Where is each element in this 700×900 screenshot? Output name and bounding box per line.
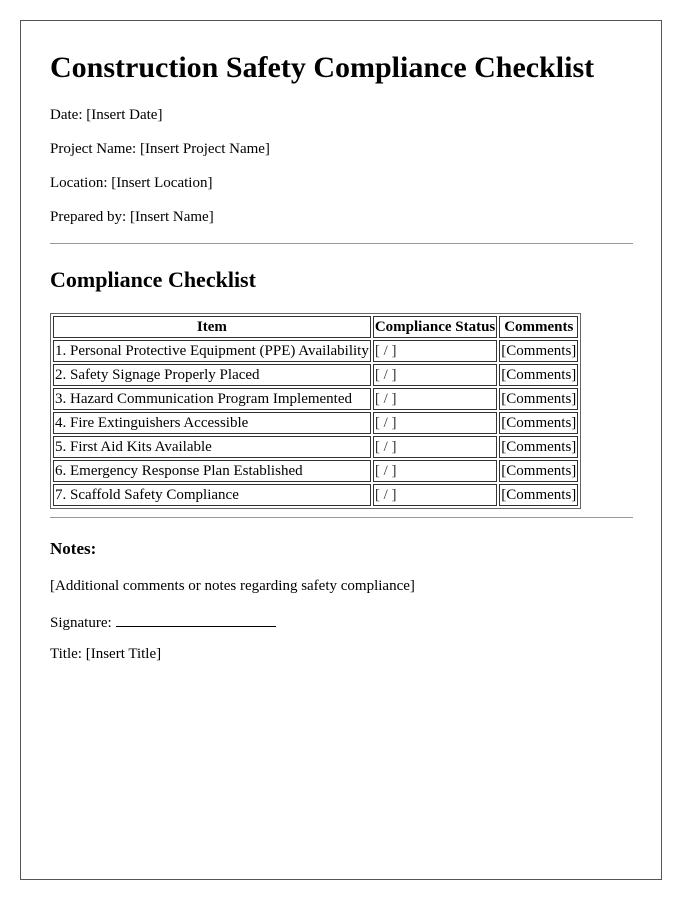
cell-item: 6. Emergency Response Plan Established xyxy=(53,460,371,482)
table-row: 6. Emergency Response Plan Established[ … xyxy=(53,460,579,482)
meta-location: Location: [Insert Location] xyxy=(50,175,212,192)
cell-item: 5. First Aid Kits Available xyxy=(53,436,371,458)
meta-value: [Insert Date] xyxy=(86,107,163,123)
divider xyxy=(50,517,633,518)
meta-label: Location: xyxy=(50,175,108,191)
table-row: 3. Hazard Communication Program Implemen… xyxy=(53,388,579,410)
cell-item: 7. Scaffold Safety Compliance xyxy=(53,484,371,506)
cell-compliance-status[interactable]: [ / ] xyxy=(372,364,498,386)
cell-item: 3. Hazard Communication Program Implemen… xyxy=(53,388,371,410)
meta-label: Prepared by: xyxy=(50,209,127,225)
cell-comments[interactable]: [Comments] xyxy=(499,340,579,362)
meta-prepared-by: Prepared by: [Insert Name] xyxy=(50,209,214,226)
document-title: Construction Safety Compliance Checklist xyxy=(50,51,595,84)
checklist-heading: Compliance Checklist xyxy=(50,267,256,292)
cell-comments[interactable]: [Comments] xyxy=(499,364,579,386)
meta-project-name: Project Name: [Insert Project Name] xyxy=(50,141,270,158)
meta-label: Project Name: xyxy=(50,141,137,157)
document-page: Construction Safety Compliance Checklist… xyxy=(20,20,662,880)
cell-compliance-status[interactable]: [ / ] xyxy=(372,484,498,506)
notes-text: [Additional comments or notes regarding … xyxy=(50,578,415,594)
signature-field[interactable] xyxy=(115,612,276,627)
divider xyxy=(50,243,633,244)
table-row: 2. Safety Signage Properly Placed[ / ] [C… xyxy=(53,364,579,386)
signature-label: Signature: xyxy=(50,615,112,631)
meta-value: [Insert Project Name] xyxy=(139,141,270,157)
meta-label: Date: xyxy=(50,107,83,123)
table-row: 7. Scaffold Safety Compliance[ / ] [Comme… xyxy=(53,484,579,506)
cell-comments[interactable]: [Comments] xyxy=(499,436,579,458)
table-row: 4. Fire Extinguishers Accessible[ / ] [Co… xyxy=(53,412,579,434)
cell-comments[interactable]: [Comments] xyxy=(499,460,579,482)
table-row: 5. First Aid Kits Available[ / ] [Comment… xyxy=(53,436,579,458)
cell-compliance-status[interactable]: [ / ] xyxy=(372,412,498,434)
meta-value: [Insert Location] xyxy=(111,175,213,191)
signature-line: Signature: xyxy=(50,612,276,632)
cell-item: 2. Safety Signage Properly Placed xyxy=(53,364,371,386)
cell-comments[interactable]: [Comments] xyxy=(499,484,579,506)
cell-item: 1. Personal Protective Equipment (PPE) A… xyxy=(53,340,371,362)
cell-comments[interactable]: [Comments] xyxy=(499,412,579,434)
column-header-status: Compliance Status xyxy=(372,316,498,338)
cell-comments[interactable]: [Comments] xyxy=(499,388,579,410)
notes-heading: Notes: xyxy=(50,539,97,558)
table-row: 1. Personal Protective Equipment (PPE) A… xyxy=(53,340,579,362)
cell-compliance-status[interactable]: [ / ] xyxy=(372,388,498,410)
meta-date: Date: [Insert Date] xyxy=(50,107,162,124)
column-header-comments: Comments xyxy=(499,316,579,338)
compliance-table: Item Compliance Status Comments 1. Perso… xyxy=(50,313,582,509)
cell-compliance-status[interactable]: [ / ] xyxy=(372,436,498,458)
title-line: Title: [Insert Title] xyxy=(50,646,162,662)
table-header-row: Item Compliance Status Comments xyxy=(53,316,579,338)
meta-value: [Insert Name] xyxy=(129,209,214,225)
cell-compliance-status[interactable]: [ / ] xyxy=(372,340,498,362)
column-header-item: Item xyxy=(53,316,371,338)
cell-item: 4. Fire Extinguishers Accessible xyxy=(53,412,371,434)
cell-compliance-status[interactable]: [ / ] xyxy=(372,460,498,482)
